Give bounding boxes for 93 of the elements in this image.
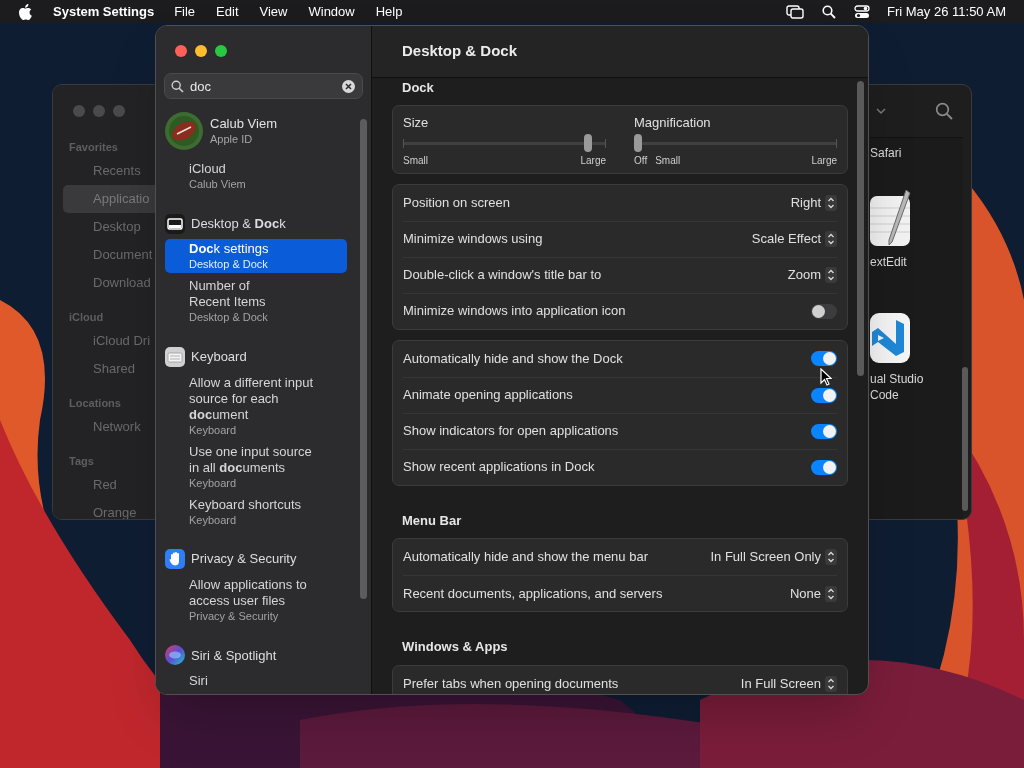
stepper-chevron-icon[interactable] (825, 267, 837, 283)
setting-label: Animate opening applications (403, 386, 574, 405)
setting-label: Double-click a window's title bar to (403, 266, 603, 285)
search-result[interactable]: Number of Recent Items Desktop & Dock (165, 276, 347, 327)
popup-button[interactable]: Right (790, 192, 837, 213)
slider-mark-label: Large (811, 153, 837, 167)
section-heading: Favorites (68, 140, 119, 155)
stepper-chevron-icon[interactable] (825, 231, 837, 247)
menu-item[interactable]: Window (308, 1, 355, 22)
search-result[interactable]: Dock settings Desktop & Dock (165, 239, 347, 274)
section-heading: Windows & Apps (401, 638, 509, 656)
menu-item[interactable]: View (259, 1, 288, 22)
stepper-chevron-icon[interactable] (825, 549, 837, 565)
account-subtitle: Apple ID (210, 132, 254, 146)
popup-button[interactable]: In Full Screen (740, 673, 837, 694)
setting-label: Show indicators for open applications (403, 422, 620, 441)
menu-item[interactable]: File (174, 1, 196, 22)
menu-item[interactable]: Edit (216, 1, 239, 22)
app-label[interactable]: ual Studio Code (870, 371, 924, 403)
app-icon (870, 313, 912, 365)
close-button[interactable] (175, 45, 187, 57)
popup-button[interactable]: Scale Effect (751, 229, 837, 249)
screen-mirroring-icon[interactable] (786, 4, 804, 19)
zoom-button[interactable] (215, 45, 227, 57)
section-heading: iCloud (68, 310, 105, 325)
search-result[interactable]: Siri (165, 671, 347, 691)
slider-mark-label: Off (634, 153, 648, 167)
category-icon (165, 645, 185, 666)
search-field[interactable]: doc (164, 73, 363, 99)
page-title: Desktop & Dock (402, 41, 518, 62)
category-icon (165, 213, 185, 234)
scrollbar-thumb[interactable] (962, 367, 968, 511)
stepper-chevron-icon[interactable] (825, 675, 837, 692)
slider-mark-label: Small (655, 153, 681, 167)
app-label[interactable]: Safari (870, 145, 902, 161)
search-result[interactable]: Keyboard shortcuts Keyboard (165, 494, 347, 529)
search-icon (171, 80, 184, 93)
category-label[interactable]: Keyboard (191, 347, 247, 367)
control-center-icon[interactable] (854, 4, 870, 19)
search-icon[interactable] (822, 4, 836, 19)
setting-label: Automatically hide and show the menu bar (403, 548, 649, 567)
slider-mark-label: Large (580, 153, 606, 167)
setting-label: Recent documents, applications, and servers (403, 584, 664, 603)
slider-thumb[interactable] (584, 133, 593, 152)
slider-label: Magnification (634, 114, 712, 131)
search-result[interactable]: Allow a different input source for each document Keyboard (165, 372, 347, 439)
menu-item[interactable]: Help (375, 1, 403, 22)
popup-button[interactable]: In Full Screen Only (710, 547, 837, 567)
category-label[interactable]: Privacy & Security (191, 549, 297, 569)
slider-mark-label: Small (403, 153, 428, 167)
section-heading: Dock (401, 79, 435, 97)
scrollbar-thumb[interactable] (360, 119, 367, 599)
setting-label: Automatically hide and show the Dock (403, 349, 624, 368)
popup-button[interactable]: None (789, 583, 837, 604)
search-result[interactable]: Use one input source in all documents Keyboard (165, 441, 347, 492)
clear-search-icon[interactable] (342, 80, 355, 93)
account-name[interactable]: Calub Viem (210, 116, 277, 132)
setting-label: Show recent applications in Dock (403, 458, 596, 477)
section-heading: Menu Bar (401, 511, 463, 530)
toggle-switch[interactable] (811, 387, 837, 403)
category-label[interactable]: Siri & Spotlight (191, 645, 277, 666)
category-label[interactable]: Desktop & Dock (191, 213, 286, 234)
section-heading: Tags (68, 454, 95, 469)
slider-thumb[interactable] (634, 133, 642, 152)
setting-label: Position on screen (403, 193, 511, 212)
setting-label: Minimize windows into application icon (403, 302, 627, 321)
minimize-button[interactable] (195, 45, 207, 57)
apple-icon (18, 3, 32, 20)
stepper-chevron-icon[interactable] (825, 585, 837, 602)
menu-bar-clock[interactable]: Fri May 26 11:50 AM (887, 1, 1006, 22)
category-icon (165, 346, 185, 367)
section-heading: Locations (68, 396, 122, 411)
slider-label: Size (403, 114, 430, 131)
cursor-icon (820, 368, 832, 386)
search-result[interactable]: iCloud Calub Viem (165, 159, 347, 193)
toggle-switch[interactable] (811, 351, 837, 366)
scrollbar-thumb[interactable] (857, 81, 864, 376)
stepper-chevron-icon[interactable] (825, 194, 837, 211)
toggle-switch[interactable] (811, 423, 837, 439)
setting-label: Prefer tabs when opening documents (403, 674, 620, 693)
toggle-switch[interactable] (811, 303, 837, 319)
popup-button[interactable]: Zoom (787, 265, 837, 285)
document-icon (870, 190, 912, 248)
chevron-down-icon[interactable] (876, 107, 886, 115)
search-result[interactable]: Allow applications to access user files Privacy & Security (165, 574, 347, 625)
app-label[interactable]: extEdit (870, 254, 912, 270)
avatar (165, 112, 203, 150)
slider-track[interactable] (403, 133, 606, 152)
toggle-switch[interactable] (811, 459, 837, 475)
app-menu[interactable]: System Settings (53, 1, 155, 22)
category-icon (165, 549, 185, 570)
setting-label: Minimize windows using (403, 230, 544, 249)
slider-track[interactable] (634, 133, 837, 152)
